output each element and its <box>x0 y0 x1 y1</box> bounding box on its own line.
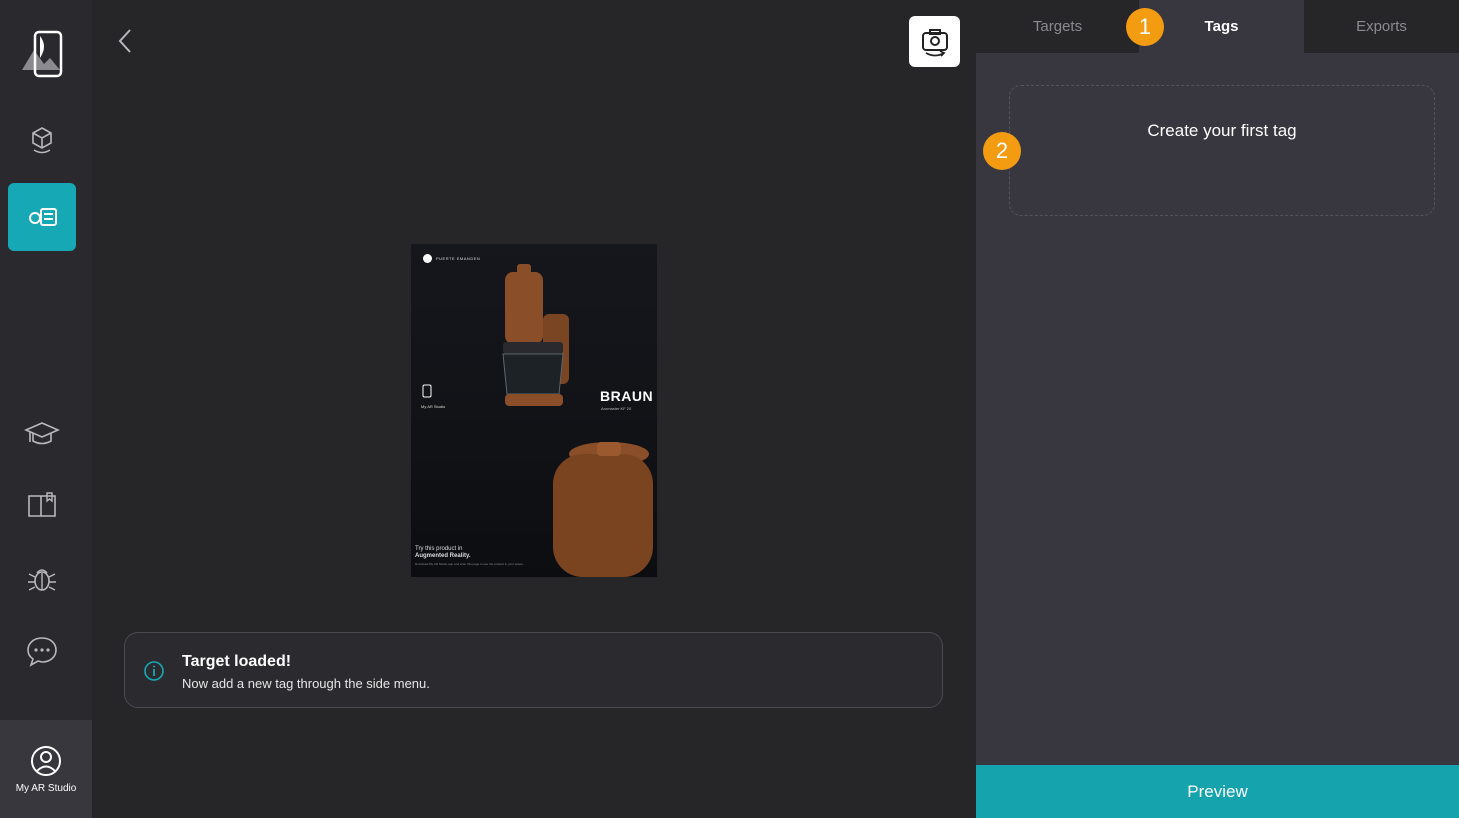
bug-icon <box>28 569 56 591</box>
toast-message: Now add a new tag through the side menu. <box>182 676 430 691</box>
step-badge-2: 2 <box>983 132 1021 170</box>
book-icon <box>28 492 56 517</box>
sidebar-item-docs[interactable] <box>8 471 76 539</box>
target-fine-print: Download My AR Studio app and scan this … <box>415 562 524 566</box>
capture-screenshot-button[interactable] <box>909 16 960 67</box>
tab-exports[interactable]: Exports <box>1304 0 1459 53</box>
toast-title: Target loaded! <box>182 653 292 670</box>
target-try-text: Try this product in Augmented Reality. <box>415 546 471 560</box>
tag-target-icon <box>29 208 57 226</box>
create-first-tag-button[interactable]: Create your first tag <box>1009 85 1435 216</box>
app-logo[interactable] <box>14 24 70 84</box>
camera-rotate-icon <box>921 28 948 57</box>
sidebar-item-ar-objects[interactable] <box>8 106 76 174</box>
chat-icon <box>27 637 57 667</box>
target-try-line1: Try this product in <box>415 546 463 552</box>
cube-ar-icon <box>32 127 52 154</box>
sidebar-item-targets-tags[interactable] <box>8 183 76 251</box>
phone-logo-icon <box>22 30 63 78</box>
target-canvas: PUERTE EMANDEN My AR Studio BRAUN Aromas… <box>92 0 976 818</box>
user-avatar-icon <box>31 745 61 776</box>
chevron-left-icon <box>118 29 131 53</box>
sidebar-item-learn[interactable] <box>8 400 76 468</box>
back-button[interactable] <box>114 26 138 56</box>
target-try-line2: Augmented Reality. <box>415 553 471 559</box>
app-root: My AR Studio PUERTE EMANDEN My AR Studio… <box>0 0 1459 818</box>
right-panel: Targets Tags Exports Create your first t… <box>976 0 1459 818</box>
tab-targets[interactable]: Targets <box>976 0 1139 53</box>
profile-label: My AR Studio <box>15 782 77 794</box>
target-brand-sub: Aromaster KF 20 <box>601 406 632 411</box>
create-tag-label: Create your first tag <box>1147 120 1297 140</box>
panel-tabs: Targets Tags Exports <box>976 0 1459 53</box>
preview-button[interactable]: Preview <box>976 765 1459 818</box>
graduation-cap-icon <box>24 422 60 445</box>
target-loaded-toast: Target loaded! Now add a new tag through… <box>124 632 943 708</box>
sidebar-item-report-bug[interactable] <box>8 545 76 613</box>
target-image: PUERTE EMANDEN My AR Studio BRAUN Aromas… <box>411 244 657 577</box>
target-studio-label: My AR Studio <box>421 404 446 409</box>
step-badge-1: 1 <box>1126 8 1164 46</box>
sidebar-item-chat[interactable] <box>8 617 76 685</box>
phone-mini-icon <box>422 384 432 398</box>
sidebar: My AR Studio <box>0 0 92 818</box>
info-icon <box>144 661 164 681</box>
target-brand-logo: BRAUN <box>600 388 654 404</box>
profile-button[interactable]: My AR Studio <box>0 720 92 818</box>
